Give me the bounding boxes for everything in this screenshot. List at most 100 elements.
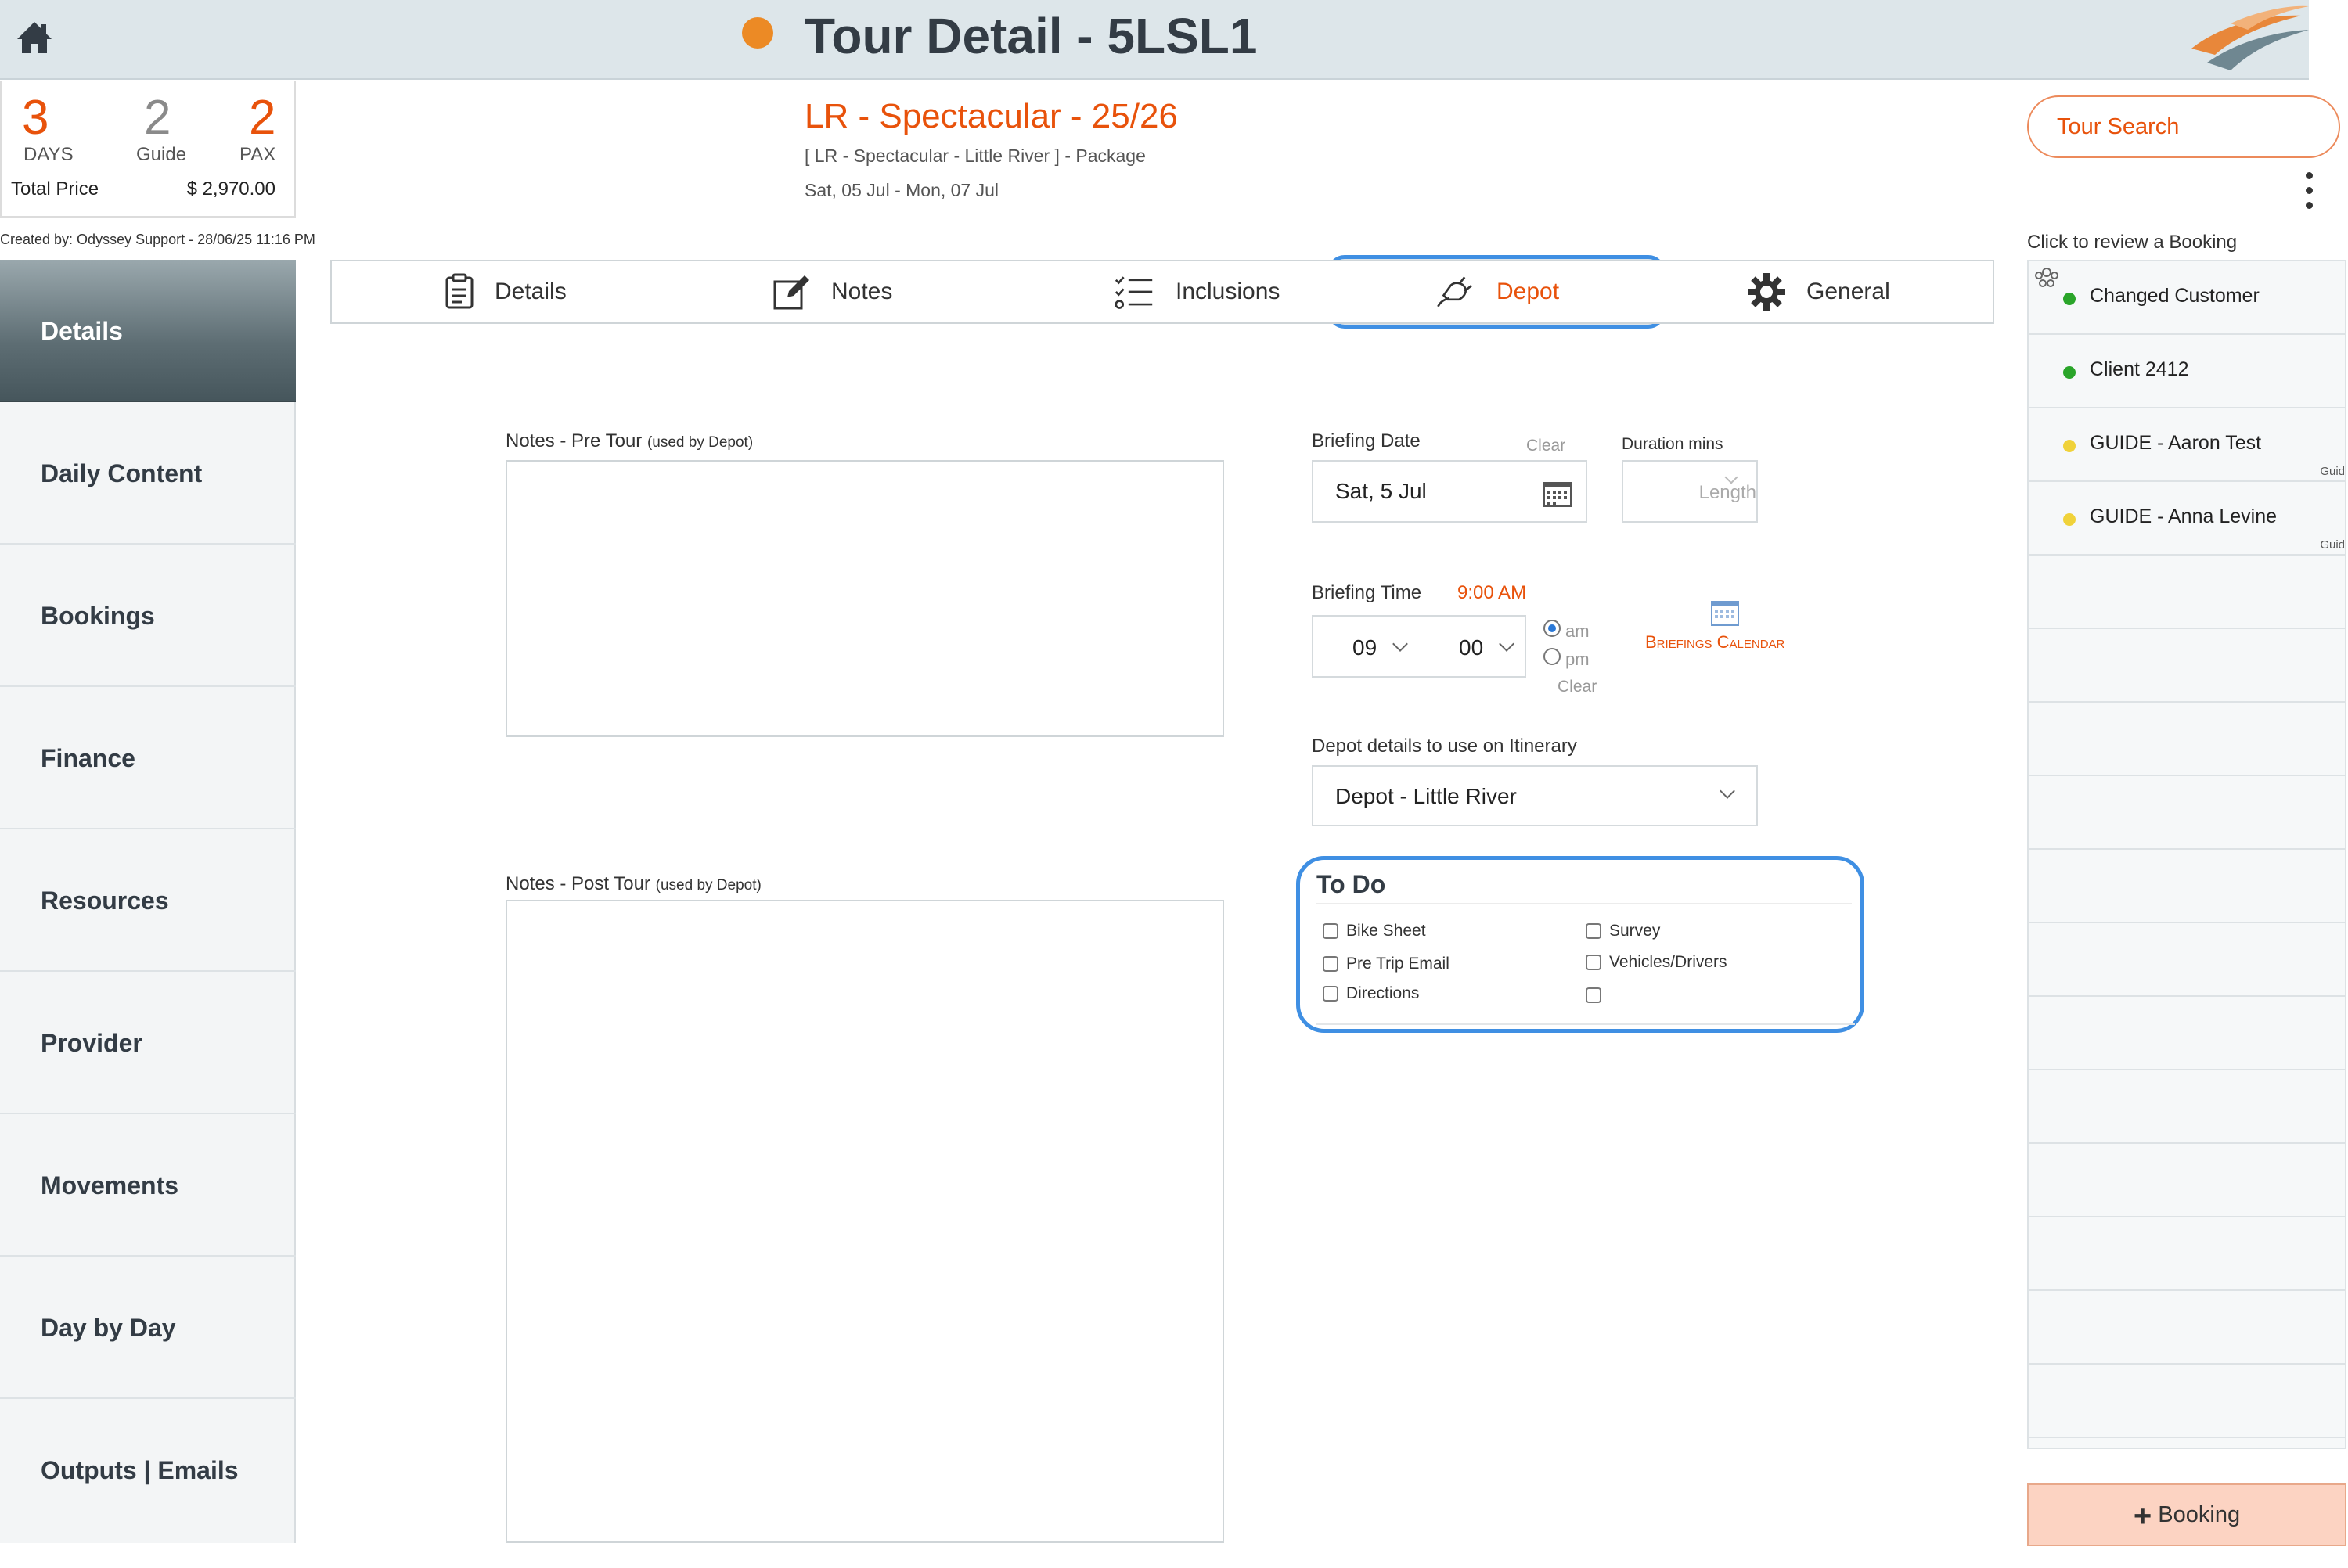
survey-label: Survey — [1609, 922, 1661, 940]
empty-booking-row — [2029, 1070, 2345, 1144]
pre-trip-email-checkbox[interactable] — [1323, 956, 1338, 972]
tab-general[interactable]: General — [1747, 261, 1890, 322]
notes-pre-tour-label-text: Notes - Pre Tour — [506, 430, 643, 451]
sidebar-item-outputs-emails[interactable]: Outputs | Emails — [0, 1399, 296, 1541]
booking-type-tag: Guid — [2320, 465, 2345, 478]
checklist-icon — [1115, 276, 1153, 309]
briefing-time-value: 9:00 AM — [1457, 582, 1527, 603]
booking-status-dot — [2063, 440, 2076, 452]
sidebar-item-details[interactable]: Details — [0, 260, 296, 402]
empty-booking-row — [2029, 1144, 2345, 1217]
calendar-icon — [1543, 482, 1572, 507]
pax-label: PAX — [239, 144, 276, 165]
empty-booking-row — [2029, 1291, 2345, 1365]
tab-details[interactable]: Details — [440, 261, 567, 322]
briefing-date-picker[interactable]: Sat, 5 Jul — [1312, 460, 1587, 523]
empty-booking-row — [2029, 703, 2345, 776]
tab-inclusions-label: Inclusions — [1176, 279, 1280, 304]
guide-label: Guide — [136, 144, 187, 165]
survey-checkbox[interactable] — [1586, 923, 1601, 939]
empty-booking-row — [2029, 776, 2345, 850]
depot-select-value: Depot - Little River — [1335, 784, 1517, 808]
empty-booking-row — [2029, 850, 2345, 923]
clipboard-icon — [445, 273, 474, 309]
pm-label: pm — [1565, 649, 1590, 669]
notes-pre-tour-label: Notes - Pre Tour (used by Depot) — [506, 430, 753, 452]
sidebar-item-day-by-day[interactable]: Day by Day — [0, 1257, 296, 1399]
notes-post-tour-textarea[interactable] — [506, 900, 1224, 1543]
briefing-date-value: Sat, 5 Jul — [1335, 479, 1427, 503]
page-title: Tour Detail - 5LSL1 — [805, 8, 1258, 64]
more-options-icon[interactable] — [2299, 171, 2318, 211]
total-price-label: Total Price — [11, 178, 99, 200]
booking-type-tag: Guid — [2320, 538, 2345, 552]
notes-pre-tour-textarea[interactable] — [506, 460, 1224, 737]
tab-depot[interactable]: Depot — [1434, 261, 1559, 322]
booking-row[interactable]: Client 2412 — [2029, 335, 2345, 408]
notes-pre-tour-suffix: (used by Depot) — [646, 434, 754, 451]
briefings-calendar-icon[interactable] — [1711, 599, 1739, 626]
home-icon[interactable] — [14, 17, 55, 58]
vehicles-drivers-label: Vehicles/Drivers — [1609, 953, 1727, 971]
sidebar: Details Daily Content Bookings Finance R… — [0, 260, 296, 1543]
sidebar-item-bookings[interactable]: Bookings — [0, 545, 296, 687]
booking-status-dot — [2063, 293, 2076, 305]
created-by-text: Created by: Odyssey Support - 28/06/25 1… — [0, 232, 315, 247]
edit-icon — [773, 275, 809, 310]
bike-sheet-checkbox[interactable] — [1323, 923, 1338, 939]
am-radio[interactable] — [1543, 620, 1561, 637]
pm-radio[interactable] — [1543, 648, 1561, 665]
depot-chevron-icon — [1720, 783, 1735, 799]
minute-select[interactable]: 00 — [1420, 617, 1526, 676]
empty-booking-row — [2029, 1217, 2345, 1291]
booking-name: GUIDE - Aaron Test — [2090, 432, 2262, 454]
tab-notes[interactable]: Notes — [772, 261, 892, 322]
briefing-date-label: Briefing Date — [1312, 430, 1421, 451]
bike-sheet-label: Bike Sheet — [1346, 922, 1426, 940]
empty-booking-row — [2029, 556, 2345, 629]
vehicles-drivers-checkbox[interactable] — [1586, 955, 1601, 970]
sidebar-item-finance[interactable]: Finance — [0, 687, 296, 829]
minute-chevron-icon — [1499, 636, 1514, 652]
sidebar-item-daily-content[interactable]: Daily Content — [0, 402, 296, 545]
total-price-value: $ 2,970.00 — [186, 178, 275, 200]
briefings-calendar-link[interactable]: Briefings Calendar — [1645, 632, 1784, 653]
tour-subtitle: [ LR - Spectacular - Little River ] - Pa… — [805, 146, 1146, 166]
sidebar-item-resources[interactable]: Resources — [0, 829, 296, 972]
sidebar-item-provider[interactable]: Provider — [0, 972, 296, 1114]
tab-depot-label: Depot — [1496, 279, 1560, 304]
hour-chevron-icon — [1392, 636, 1408, 652]
review-booking-label: Click to review a Booking — [2027, 232, 2238, 253]
duration-label: Duration mins — [1622, 435, 1723, 453]
booking-list: Changed Customer Client 2412 GUIDE - Aar… — [2027, 260, 2346, 1449]
sidebar-item-movements[interactable]: Movements — [0, 1114, 296, 1257]
directions-checkbox[interactable] — [1323, 986, 1338, 1002]
duration-placeholder: Length — [1698, 482, 1756, 503]
tour-search-button[interactable]: Tour Search — [2027, 95, 2340, 158]
booking-row[interactable]: GUIDE - Anna Levine Guid — [2029, 482, 2345, 556]
tab-details-label: Details — [495, 279, 567, 304]
am-label: am — [1565, 621, 1590, 641]
plus-icon: + — [2133, 1498, 2152, 1534]
hour-select[interactable]: 09 — [1313, 617, 1420, 676]
tour-name: LR - Spectacular - 25/26 — [805, 97, 1178, 135]
booking-row[interactable]: Changed Customer — [2029, 261, 2345, 335]
tab-bar: Details Notes Inclusions Depot General — [330, 260, 1994, 324]
unlabeled-checkbox[interactable] — [1586, 987, 1601, 1003]
booking-status-dot — [2063, 513, 2076, 526]
add-booking-button[interactable]: + Booking — [2027, 1483, 2346, 1546]
tab-general-label: General — [1806, 279, 1890, 304]
booking-row[interactable]: GUIDE - Aaron Test Guid — [2029, 408, 2345, 482]
depot-select[interactable]: Depot - Little River — [1312, 765, 1758, 826]
tab-inclusions[interactable]: Inclusions — [1115, 261, 1280, 322]
days-label: DAYS — [23, 144, 74, 165]
directions-label: Directions — [1346, 984, 1420, 1002]
briefing-time-clear-link[interactable]: Clear — [1558, 678, 1597, 696]
duration-select[interactable]: Length — [1622, 460, 1758, 523]
plug-icon — [1437, 276, 1473, 307]
briefing-time-label: Briefing Time — [1312, 582, 1422, 603]
briefing-date-clear-link[interactable]: Clear — [1526, 437, 1565, 455]
guide-value: 2 — [144, 91, 171, 145]
empty-booking-row — [2029, 997, 2345, 1070]
tab-notes-label: Notes — [831, 279, 893, 304]
